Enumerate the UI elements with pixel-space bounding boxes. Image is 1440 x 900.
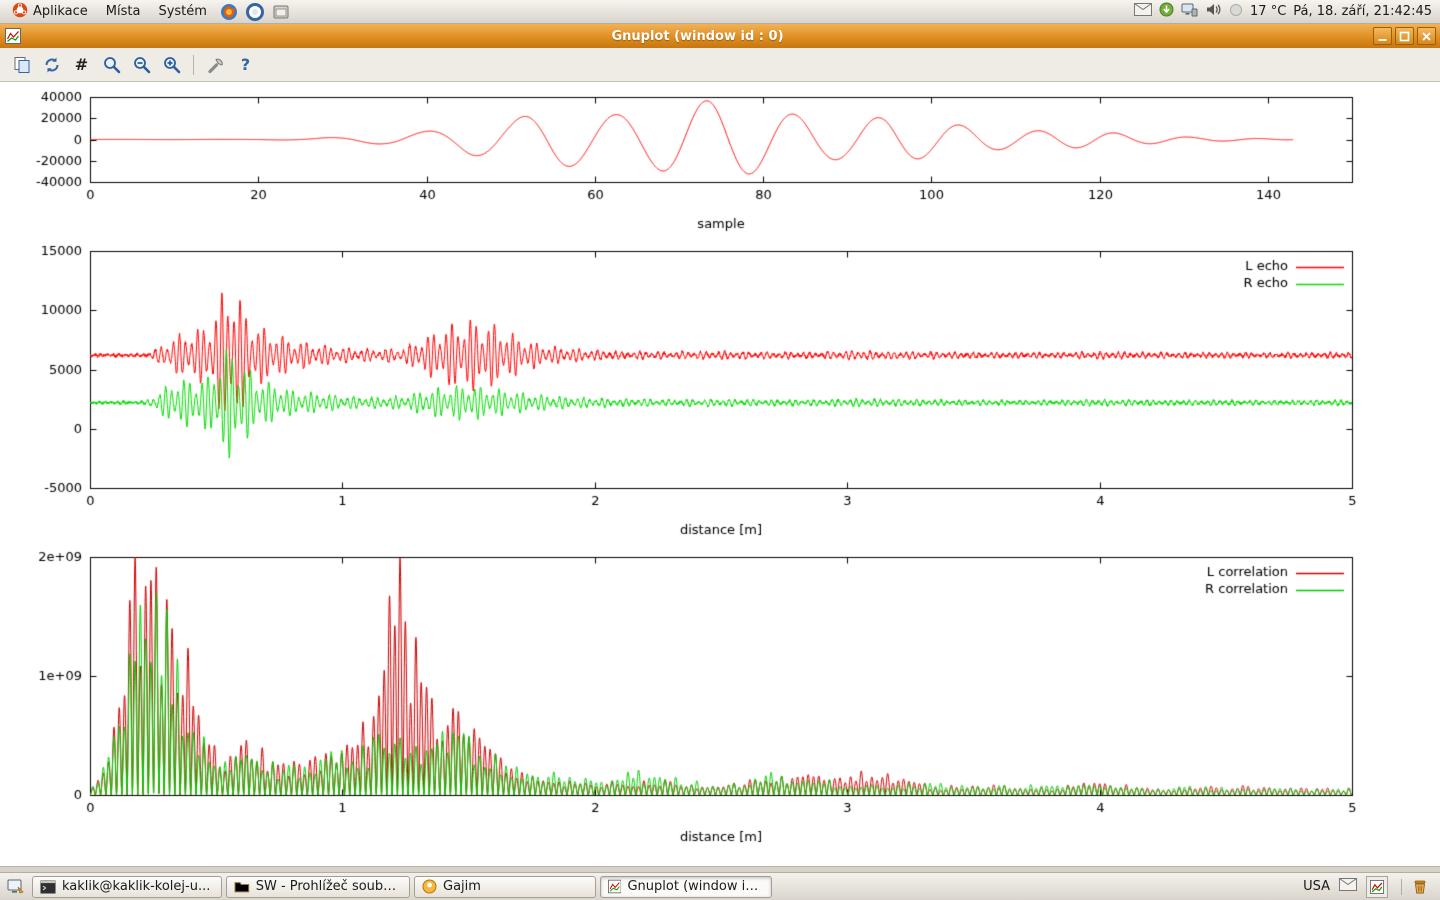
window-title: Gnuplot (window id : 0): [22, 29, 1373, 44]
gajim-icon: [422, 879, 437, 894]
file-browser-icon: [234, 880, 250, 893]
maximize-button[interactable]: [1395, 27, 1414, 45]
task-gajim-label: Gajim: [443, 879, 481, 894]
show-desktop-button[interactable]: [4, 876, 28, 898]
terminal-launcher-icon[interactable]: [269, 1, 293, 23]
temperature-indicator[interactable]: 17 °C: [1250, 4, 1286, 19]
help-launcher-icon[interactable]: [243, 1, 267, 23]
toolbar-separator: [193, 55, 194, 75]
gnuplot-task-icon: [608, 879, 621, 894]
firefox-launcher-icon[interactable]: [217, 1, 241, 23]
help-glyph: ?: [241, 55, 250, 74]
weather-icon[interactable]: [1229, 3, 1243, 21]
trash-icon: [1412, 879, 1428, 895]
terminal-icon: [40, 880, 56, 894]
mail-tray-icon[interactable]: [1339, 878, 1357, 895]
correlation-chart-canvas[interactable]: [0, 549, 1440, 849]
task-gajim[interactable]: Gajim: [414, 876, 596, 898]
minimize-button[interactable]: [1373, 27, 1392, 45]
menu-applications-label: Aplikace: [33, 4, 88, 19]
trash-applet[interactable]: [1401, 879, 1434, 895]
chart-tray-icon[interactable]: [1366, 876, 1388, 898]
previous-zoom-button[interactable]: [98, 52, 125, 78]
keyboard-layout-indicator[interactable]: USA: [1303, 879, 1330, 894]
toggle-grid-button[interactable]: #: [68, 52, 95, 78]
menu-applications[interactable]: Aplikace: [4, 0, 96, 24]
task-terminal-label: kaklik@kaklik-kolej-u...: [62, 879, 210, 894]
taskbar: kaklik@kaklik-kolej-u... SW - Prohlížeč …: [0, 872, 1440, 900]
replot-button[interactable]: [38, 52, 65, 78]
menu-places-label: Místa: [106, 4, 141, 19]
task-file-browser[interactable]: SW - Prohlížeč souborů: [226, 876, 410, 898]
task-gnuplot-label: Gnuplot (window id : 0): [627, 879, 764, 894]
menu-system[interactable]: Systém: [150, 2, 214, 21]
network-icon[interactable]: [1181, 3, 1198, 21]
menu-system-label: Systém: [158, 4, 206, 19]
gnuplot-toolbar: # ?: [0, 48, 1440, 82]
gnuplot-plot-area: [0, 82, 1440, 866]
top-panel: Aplikace Místa Systém: [0, 0, 1440, 24]
menu-places[interactable]: Místa: [98, 2, 149, 21]
mail-notification-icon[interactable]: [1134, 3, 1152, 20]
copy-to-clipboard-button[interactable]: [8, 52, 35, 78]
grid-glyph: #: [75, 55, 88, 74]
software-update-icon[interactable]: [1159, 2, 1174, 21]
sample-waveform-chart-canvas[interactable]: [0, 88, 1440, 238]
window-titlebar[interactable]: Gnuplot (window id : 0): [0, 24, 1440, 48]
gnuplot-window-icon: [4, 27, 22, 45]
task-file-browser-label: SW - Prohlížeč souborů: [256, 879, 402, 894]
task-gnuplot[interactable]: Gnuplot (window id : 0): [600, 876, 772, 898]
settings-button[interactable]: [202, 52, 229, 78]
zoom-in-button[interactable]: [158, 52, 185, 78]
ubuntu-logo-icon: [12, 2, 28, 22]
volume-icon[interactable]: [1205, 2, 1222, 21]
zoom-out-button[interactable]: [128, 52, 155, 78]
desktop: { "panel": { "menus": [ {"label": "Aplik…: [0, 0, 1440, 900]
echo-chart-canvas[interactable]: [0, 243, 1440, 543]
help-button[interactable]: ?: [232, 52, 259, 78]
clock-applet[interactable]: Pá, 18. září, 21:42:45: [1293, 4, 1432, 19]
task-terminal[interactable]: kaklik@kaklik-kolej-u...: [32, 876, 222, 898]
close-button[interactable]: [1417, 27, 1436, 45]
